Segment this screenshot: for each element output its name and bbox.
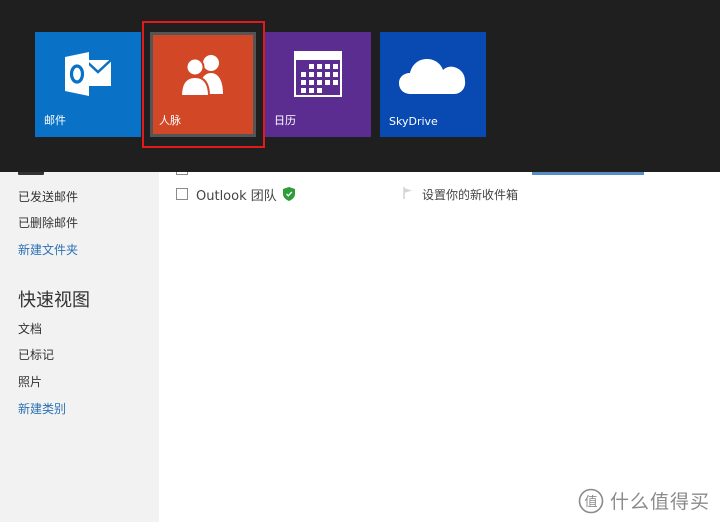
tile-mail[interactable]: 邮件 bbox=[35, 32, 141, 137]
cloud-icon bbox=[399, 59, 466, 94]
tile-people[interactable]: 人脉 bbox=[150, 32, 256, 137]
sidebar-item-new-category[interactable]: 新建类别 bbox=[18, 400, 66, 417]
smzdm-logo-icon: 值 bbox=[578, 488, 604, 513]
tile-calendar-label: 日历 bbox=[274, 114, 296, 127]
outlook-mail-icon bbox=[65, 52, 112, 96]
app-switcher-flyout: 邮件 人脉 日历 SkyDrive bbox=[0, 0, 720, 172]
watermark: 值 什么值得买 bbox=[578, 487, 710, 514]
tile-people-label: 人脉 bbox=[159, 114, 181, 127]
sidebar-item-sent[interactable]: 已发送邮件 bbox=[18, 188, 78, 205]
flag-icon[interactable] bbox=[403, 187, 413, 199]
svg-text:值: 值 bbox=[584, 494, 597, 510]
sidebar-partial-item bbox=[18, 172, 48, 175]
message-row[interactable]: Outlook 团队 bbox=[176, 185, 295, 204]
sidebar-item-new-folder[interactable]: 新建文件夹 bbox=[18, 241, 78, 258]
tile-calendar[interactable]: 日历 bbox=[265, 32, 371, 137]
tile-skydrive-label: SkyDrive bbox=[389, 115, 438, 128]
shield-icon bbox=[282, 187, 295, 201]
list-item-partial-link bbox=[532, 172, 647, 175]
message-checkbox[interactable] bbox=[176, 188, 188, 200]
list-item-partial bbox=[176, 172, 188, 175]
people-icon bbox=[179, 55, 223, 96]
watermark-text: 什么值得买 bbox=[609, 491, 710, 513]
quick-views-heading: 快速视图 bbox=[18, 290, 90, 311]
outlook-page: 已发送邮件 已删除邮件 新建文件夹 快速视图 文档 已标记 照片 新建类别 Ou… bbox=[0, 0, 720, 522]
sidebar-item-photos[interactable]: 照片 bbox=[18, 373, 42, 390]
calendar-icon bbox=[294, 51, 342, 97]
message-sender: Outlook 团队 bbox=[196, 188, 277, 204]
tile-mail-label: 邮件 bbox=[44, 114, 66, 127]
tile-skydrive[interactable]: SkyDrive bbox=[380, 32, 486, 137]
sidebar-item-deleted[interactable]: 已删除邮件 bbox=[18, 214, 78, 231]
message-subject[interactable]: 设置你的新收件箱 bbox=[422, 186, 518, 203]
sidebar-item-documents[interactable]: 文档 bbox=[18, 320, 42, 337]
sidebar-item-flagged[interactable]: 已标记 bbox=[18, 346, 54, 363]
